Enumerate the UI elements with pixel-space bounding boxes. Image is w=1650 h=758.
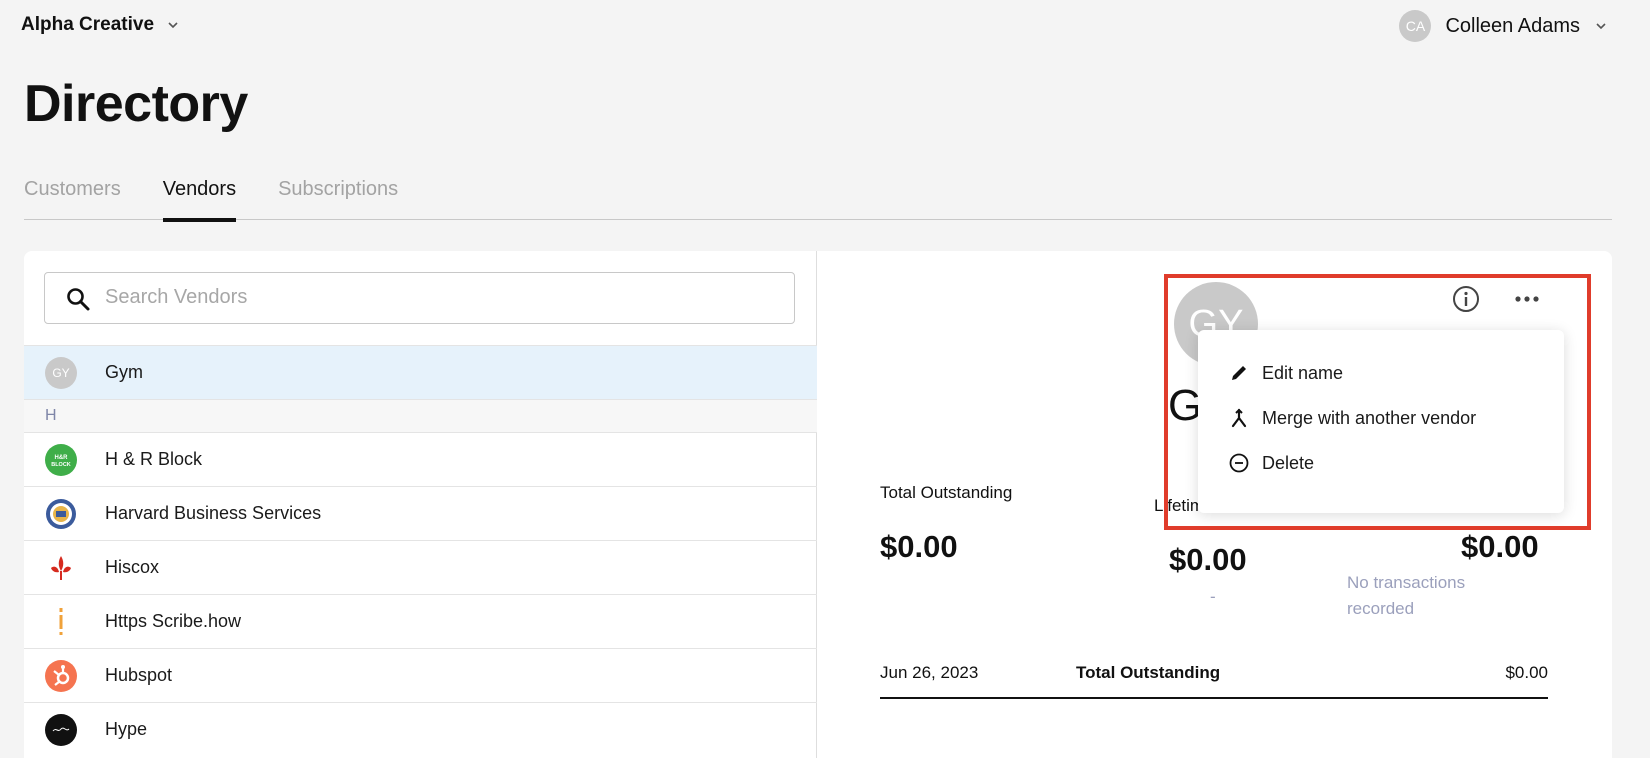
summary-row: Jun 26, 2023 Total Outstanding $0.00	[880, 663, 1548, 699]
list-item-name: Hiscox	[105, 557, 160, 577]
avatar: GY	[45, 357, 77, 389]
total-outstanding-label: Total Outstanding	[880, 483, 1013, 502]
menu-item-label: Delete	[1262, 452, 1315, 473]
pencil-icon	[1232, 366, 1246, 380]
summary-amount: $0.00	[1505, 663, 1548, 682]
svg-text:H&R: H&R	[55, 455, 69, 461]
stat-value: $0.00	[1461, 529, 1539, 564]
tab-customers[interactable]: Customers	[24, 172, 121, 220]
chevron-down-icon	[1596, 23, 1606, 30]
search-box	[44, 272, 795, 324]
list-item-name: Https Scribe.how	[105, 611, 242, 631]
section-header: H	[24, 399, 817, 432]
hr-block-logo: H&R BLOCK	[45, 444, 77, 476]
search-icon	[67, 288, 90, 311]
list-item[interactable]: Hiscox	[24, 540, 817, 594]
lifetime-cost-value: $0.00	[1169, 542, 1247, 577]
menu-item-label: Edit name	[1262, 362, 1344, 383]
top-bar: Alpha Creative CA Colleen Adams	[0, 0, 1650, 52]
summary-label: Total Outstanding	[1076, 663, 1221, 682]
merge-icon	[1231, 408, 1247, 428]
summary-date: Jun 26, 2023	[880, 663, 979, 682]
org-name: Alpha Creative	[21, 14, 155, 35]
directory-tabs: Customers Vendors Subscriptions	[24, 172, 1612, 222]
no-transactions-line2: recorded	[1347, 599, 1415, 618]
chevron-down-icon	[168, 22, 178, 29]
list-item-name: Hype	[105, 719, 148, 739]
search-input[interactable]	[105, 273, 785, 322]
list-item-gym[interactable]: GY Gym	[24, 345, 817, 399]
info-icon[interactable]	[1451, 284, 1481, 314]
lifetime-cost-sub: -	[1210, 587, 1216, 606]
svg-text:BLOCK: BLOCK	[51, 462, 71, 468]
org-switcher[interactable]: Alpha Creative	[21, 14, 180, 36]
scribe-logo	[45, 606, 77, 638]
more-options-icon[interactable]	[1513, 286, 1541, 312]
hiscox-fleur-logo	[45, 552, 77, 584]
vendor-list: GY Gym H H&R BLOCK H & R Block Harvard Bu…	[24, 345, 817, 756]
list-item[interactable]: Https Scribe.how	[24, 594, 817, 648]
tab-subscriptions[interactable]: Subscriptions	[278, 172, 398, 220]
hype-logo	[45, 714, 77, 746]
list-item-name: Gym	[105, 362, 143, 382]
menu-item-edit-name[interactable]: Edit name	[1228, 362, 1343, 384]
list-item-name: Hubspot	[105, 665, 173, 685]
list-item[interactable]: Harvard Business Services	[24, 486, 817, 540]
vendor-list-panel: GY Gym H H&RBLOCK H & R Block Harvard Bu…	[24, 251, 817, 758]
menu-item-delete[interactable]: Delete	[1228, 452, 1314, 474]
user-avatar: CA	[1399, 10, 1432, 42]
menu-item-merge[interactable]: Merge with another vendor	[1228, 407, 1476, 429]
list-item[interactable]: Hubspot	[24, 648, 817, 702]
total-outstanding-value: $0.00	[880, 529, 958, 564]
no-transactions-line1: No transactions	[1347, 573, 1466, 592]
list-item-name: Harvard Business Services	[105, 503, 322, 523]
list-item-name: H & R Block	[105, 449, 203, 469]
harvard-seal-logo	[45, 498, 77, 530]
list-item[interactable]: Hype	[24, 702, 817, 756]
user-name: Colleen Adams	[1445, 14, 1580, 37]
vendor-actions-menu: Edit name Merge with another vendor Dele…	[1198, 330, 1564, 513]
minus-circle-icon	[1229, 453, 1249, 473]
list-item[interactable]: H&R BLOCK H & R Block	[24, 432, 817, 486]
page-title: Directory	[24, 75, 248, 133]
user-menu[interactable]: CA Colleen Adams	[1399, 10, 1608, 42]
menu-item-label: Merge with another vendor	[1262, 407, 1477, 428]
tab-vendors[interactable]: Vendors	[162, 172, 237, 222]
hubspot-logo	[45, 660, 77, 692]
